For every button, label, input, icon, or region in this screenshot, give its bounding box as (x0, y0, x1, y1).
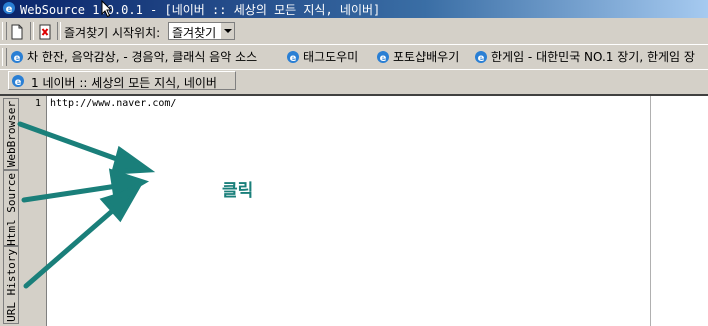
svg-text:e: e (290, 53, 297, 64)
ie-icon: e (377, 50, 389, 64)
link-label: 차 한잔, 음악감상, - 경음악, 클래식 음악 소스 (27, 50, 258, 64)
link-item[interactable]: e 한게임 - 대한민국 NO.1 장기, 한게임 장 (474, 48, 695, 66)
ie-icon: e (11, 50, 23, 64)
toolbar-grip[interactable] (2, 48, 7, 66)
side-tab-label: Html Source (5, 173, 18, 246)
window-title: WebSource 1.0.0.1 - [네이버 :: 세상의 모든 지식, 네… (20, 3, 381, 17)
ie-icon: e (3, 2, 15, 15)
source-editor[interactable] (47, 96, 650, 326)
side-tab-label: WebBrowser (5, 101, 18, 168)
annotation-label: 클릭 (222, 181, 254, 201)
close-button[interactable] (36, 22, 56, 42)
document-tab-label: 1 네이버 :: 세상의 모든 지식, 네이버 (31, 76, 217, 90)
link-item[interactable]: e 태그도우미 (286, 48, 358, 66)
side-tab-label: URL History (5, 249, 18, 322)
favorites-label: 즐겨찾기 시작위치: (64, 26, 161, 40)
link-label: 한게임 - 대한민국 NO.1 장기, 한게임 장 (491, 50, 695, 64)
ie-icon: e (12, 75, 24, 88)
toolbar-separator (30, 22, 34, 40)
favorites-select[interactable]: 즐겨찾기 (168, 22, 235, 40)
cursor-icon (101, 0, 113, 18)
new-document-button[interactable] (8, 22, 28, 42)
link-label: 포토샵배우기 (393, 50, 460, 64)
ie-icon: e (287, 50, 299, 64)
side-tab-webbrowser[interactable]: WebBrowser (3, 98, 19, 170)
side-tab-url-history[interactable]: URL History (3, 246, 19, 324)
editor-gutter (22, 96, 47, 326)
ie-icon: e (475, 50, 487, 64)
new-document-icon (11, 24, 23, 40)
link-item[interactable]: e 포토샵배우기 (376, 48, 459, 66)
toolbar-grip[interactable] (2, 22, 7, 40)
svg-text:e: e (478, 53, 485, 64)
links-toolbar: e 차 한잔, 음악감상, - 경음악, 클래식 음악 소스 e 태그도우미 e 포토… (0, 45, 708, 70)
close-icon (39, 24, 51, 40)
link-item[interactable]: e 차 한잔, 음악감상, - 경음악, 클래식 음악 소스 (10, 48, 257, 66)
svg-text:e: e (6, 4, 13, 15)
main-toolbar: 즐겨찾기 시작위치: 즐겨찾기 (0, 19, 708, 45)
document-tab-bar: e 1 네이버 :: 세상의 모든 지식, 네이버 (0, 70, 708, 92)
toolbar-separator (57, 22, 61, 40)
source-line[interactable]: http://www.naver.com/ (50, 98, 176, 109)
link-label: 태그도우미 (303, 50, 359, 64)
side-tab-bar: WebBrowser Html Source URL History (0, 96, 22, 326)
chevron-down-icon[interactable] (220, 23, 234, 39)
svg-text:e: e (15, 77, 22, 88)
side-tab-html-source[interactable]: Html Source (3, 170, 19, 246)
line-number: 1 (35, 98, 42, 109)
main-area: WebBrowser Html Source URL History 1 htt… (0, 94, 708, 326)
svg-text:e: e (380, 53, 387, 64)
favorites-select-value: 즐겨찾기 (172, 26, 217, 40)
document-tab[interactable]: e 1 네이버 :: 세상의 모든 지식, 네이버 (8, 71, 236, 90)
svg-text:e: e (14, 53, 21, 64)
editor-right-pane (650, 96, 708, 326)
